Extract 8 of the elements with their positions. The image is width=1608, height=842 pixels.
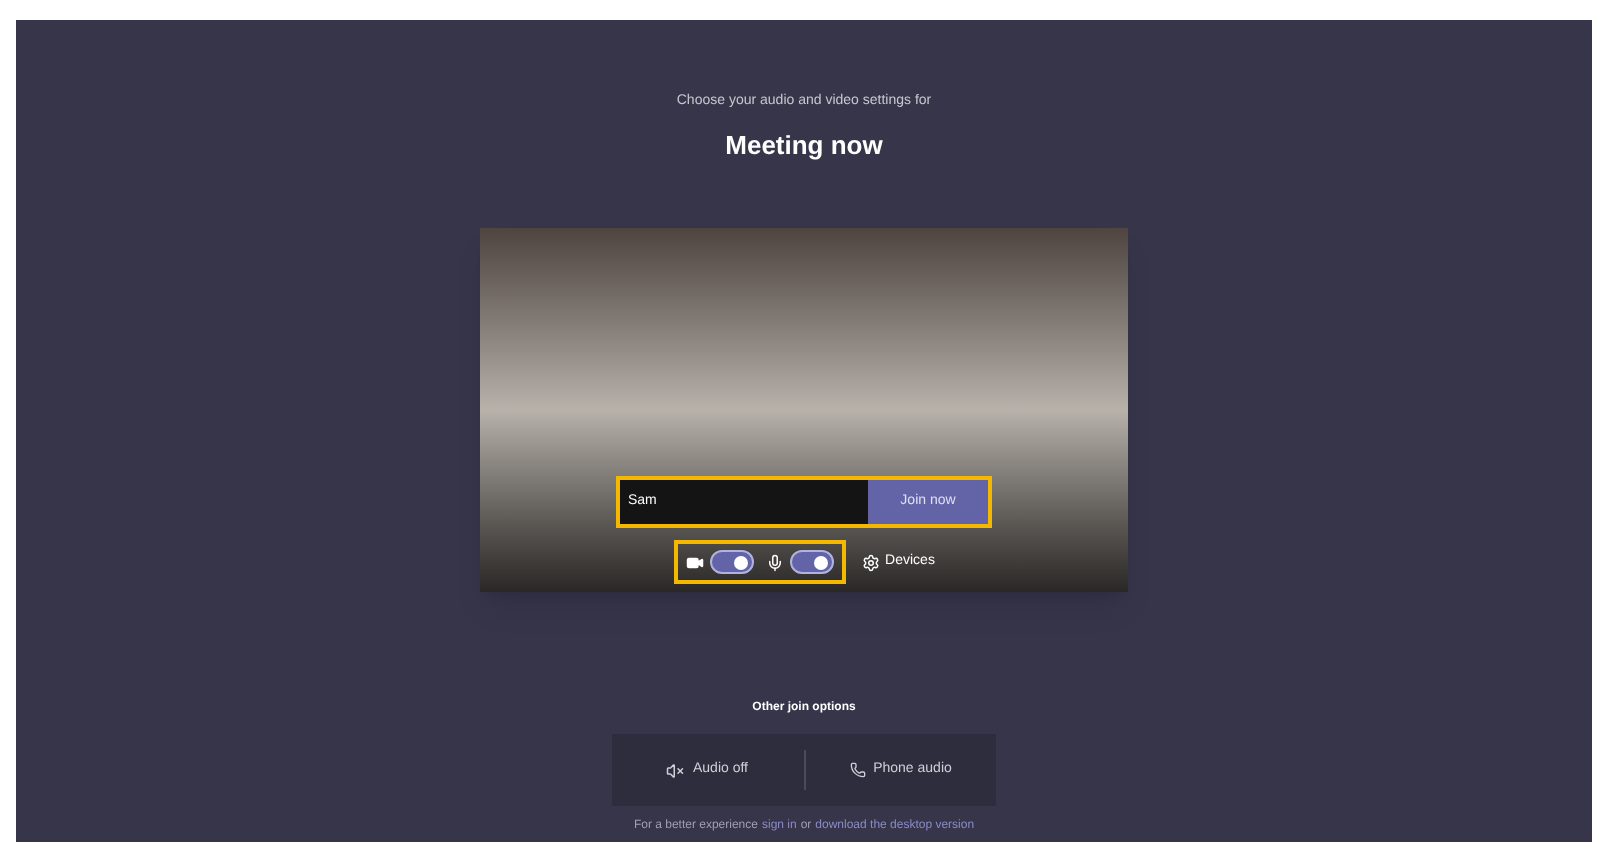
speaker-muted-icon [666,761,685,779]
microphone-icon [765,553,784,571]
toggle-switch[interactable] [709,550,754,574]
toggle-switch[interactable] [789,550,834,574]
phone-icon [849,762,866,778]
settings-icon [861,553,880,571]
meeting-title: Meeting now [725,127,883,164]
camera-icon [685,553,704,571]
